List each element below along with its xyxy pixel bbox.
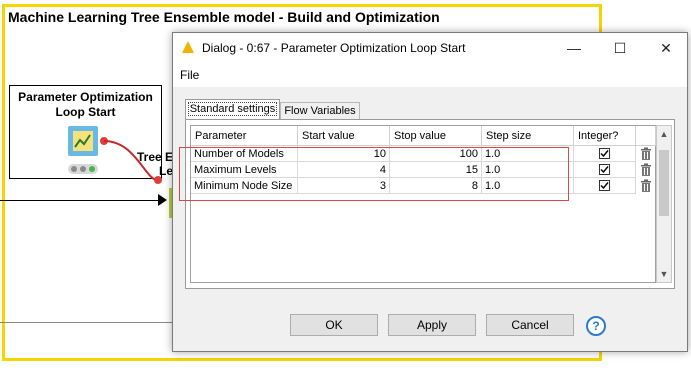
warning-triangle-icon (182, 41, 194, 53)
status-green-light-icon (89, 166, 95, 172)
minimize-button[interactable]: — (551, 33, 597, 63)
column-header-integer[interactable]: Integer? (574, 126, 636, 146)
menu-file[interactable]: File (180, 68, 199, 82)
tab-standard-settings[interactable]: Standard settings (185, 99, 280, 120)
parameter-optimization-dialog: Dialog - 0:67 - Parameter Optimization L… (172, 32, 688, 352)
delete-row-trash-icon[interactable] (639, 179, 653, 193)
tab-flow-variables[interactable]: Flow Variables (280, 102, 360, 120)
cell-stop-value[interactable]: 8 (390, 178, 482, 194)
data-connection-line (0, 200, 160, 201)
data-connection-line (0, 322, 180, 323)
cell-step-size[interactable]: 1.0 (482, 162, 574, 178)
input-port-arrow-icon (158, 194, 167, 206)
integer-checkbox[interactable] (599, 164, 610, 175)
status-red-light-icon (71, 166, 77, 172)
cell-integer (574, 146, 636, 162)
node-title-line1: Parameter Optimization (18, 90, 153, 104)
delete-row-trash-icon[interactable] (639, 163, 653, 177)
cell-start-value[interactable]: 3 (298, 178, 390, 194)
column-header-parameter[interactable]: Parameter (191, 126, 298, 146)
tab-standard-settings-label: Standard settings (187, 102, 278, 116)
table-row[interactable]: Number of Models 10 100 1.0 (191, 146, 655, 162)
cell-integer (574, 178, 636, 194)
partial-node-title: Tree E Le (137, 150, 173, 178)
node-title-line2: Loop Start (55, 105, 116, 119)
column-header-actions (636, 126, 656, 146)
scroll-up-arrow-icon[interactable]: ▲ (657, 126, 671, 142)
integer-checkbox[interactable] (599, 148, 610, 159)
status-yellow-light-icon (80, 166, 86, 172)
menu-bar: File (173, 63, 687, 87)
column-header-start-value[interactable]: Start value (298, 126, 390, 146)
checkmark-icon (600, 166, 609, 174)
cell-parameter: Maximum Levels (191, 162, 298, 178)
column-header-step-size[interactable]: Step size (482, 126, 574, 146)
apply-button[interactable]: Apply (388, 314, 476, 336)
close-button[interactable]: ✕ (643, 33, 689, 63)
delete-row-trash-icon[interactable] (639, 147, 653, 161)
cell-start-value[interactable]: 10 (298, 146, 390, 162)
scrollbar-thumb[interactable] (659, 150, 669, 216)
checkmark-icon (600, 182, 609, 190)
integer-checkbox[interactable] (599, 180, 610, 191)
table-row[interactable]: Maximum Levels 4 15 1.0 (191, 162, 655, 178)
cell-stop-value[interactable]: 15 (390, 162, 482, 178)
dialog-titlebar[interactable]: Dialog - 0:67 - Parameter Optimization L… (173, 33, 687, 63)
cell-step-size[interactable]: 1.0 (482, 146, 574, 162)
node-title: Parameter Optimization Loop Start (10, 90, 161, 120)
partial-node-title-line2: Le (159, 164, 174, 178)
cell-stop-value[interactable]: 100 (390, 146, 482, 162)
cancel-button[interactable]: Cancel (486, 314, 574, 336)
checkmark-icon (600, 150, 609, 158)
cell-integer (574, 162, 636, 178)
cell-start-value[interactable]: 4 (298, 162, 390, 178)
cell-step-size[interactable]: 1.0 (482, 178, 574, 194)
table-row[interactable]: Minimum Node Size 3 8 1.0 (191, 178, 655, 194)
partial-node-title-line1: Tree E (137, 150, 174, 164)
node-status-traffic-light (68, 164, 98, 174)
ok-button[interactable]: OK (290, 314, 378, 336)
table-scrollbar[interactable]: ▲ ▼ (656, 125, 672, 283)
scroll-down-arrow-icon[interactable]: ▼ (657, 266, 671, 282)
cell-parameter: Minimum Node Size (191, 178, 298, 194)
maximize-button[interactable]: ☐ (597, 33, 643, 63)
column-header-stop-value[interactable]: Stop value (390, 126, 482, 146)
loop-start-node-icon[interactable] (68, 126, 98, 156)
dialog-title: Dialog - 0:67 - Parameter Optimization L… (202, 41, 466, 55)
parameter-table: Parameter Start value Stop value Step si… (190, 125, 656, 283)
cell-parameter: Number of Models (191, 146, 298, 162)
help-icon[interactable]: ? (586, 316, 606, 336)
annotation-title: Machine Learning Tree Ensemble model - B… (8, 9, 440, 25)
